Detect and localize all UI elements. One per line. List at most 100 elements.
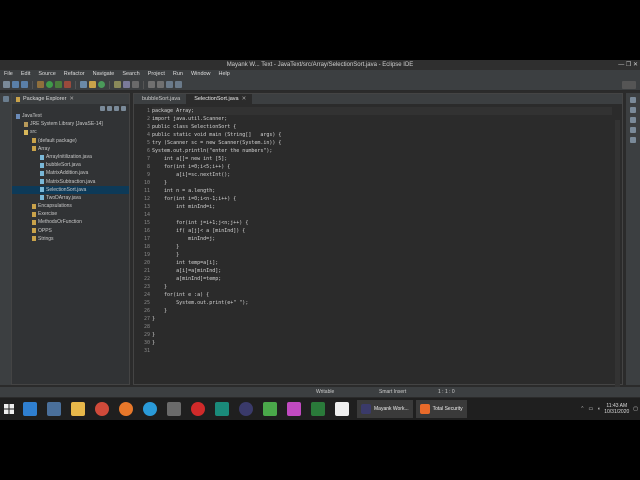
tree-item[interactable]: OPPS: [12, 227, 129, 235]
app-icon[interactable]: [215, 402, 229, 416]
skype-icon[interactable]: [143, 402, 157, 416]
search-icon[interactable]: [123, 81, 130, 88]
taskbar-task[interactable]: Total Security: [415, 400, 467, 418]
toggle-mark-icon[interactable]: [132, 81, 139, 88]
start-button[interactable]: [0, 398, 18, 420]
record-icon[interactable]: [191, 402, 205, 416]
code-line[interactable]: [152, 211, 612, 219]
tree-item[interactable]: MethodsOrFunction: [12, 218, 129, 226]
chrome-icon[interactable]: [95, 402, 109, 416]
tree-item[interactable]: Exercise: [12, 210, 129, 218]
code-line[interactable]: int n = a.length;: [152, 187, 612, 195]
firefox-icon[interactable]: [119, 402, 133, 416]
new-java-project-icon[interactable]: [80, 81, 87, 88]
menu-project[interactable]: Project: [144, 70, 169, 79]
eclipse-taskbar-icon[interactable]: [239, 402, 253, 416]
code-line[interactable]: }: [152, 283, 612, 291]
code-line[interactable]: public class SelectionSort {: [152, 123, 612, 131]
javadoc-icon[interactable]: [630, 137, 636, 143]
tree-item[interactable]: bubbleSort.java: [12, 161, 129, 169]
tree-item[interactable]: Encapsulations: [12, 202, 129, 210]
camtasia-icon[interactable]: [263, 402, 277, 416]
new-class-icon[interactable]: [98, 81, 105, 88]
outline-icon[interactable]: [630, 97, 636, 103]
code-line[interactable]: public static void main (String[] args) …: [152, 131, 612, 139]
mail-icon[interactable]: [23, 402, 37, 416]
code-line[interactable]: for(int i=0;i<n-1;i++) {: [152, 195, 612, 203]
code-line[interactable]: [152, 323, 612, 331]
menu-refactor[interactable]: Refactor: [60, 70, 89, 79]
code-area[interactable]: 1 2 3 4 5 6 7 8 9 10 11 12 13 14 15 16 17 18 19 20 21 22 23 24 2…: [134, 107, 620, 396]
code-line[interactable]: try (Scanner sc = new Scanner(System.in)…: [152, 139, 612, 147]
tree-item[interactable]: TwoDArray.java: [12, 194, 129, 202]
tree-item[interactable]: src: [12, 128, 129, 136]
clock[interactable]: 11:43 AM 10/31/2020: [604, 403, 629, 415]
code-line[interactable]: }: [152, 339, 612, 347]
tree-item[interactable]: JavaText: [12, 112, 129, 120]
next-annotation-icon[interactable]: [148, 81, 155, 88]
vertical-scrollbar[interactable]: [615, 120, 620, 396]
save-icon[interactable]: [12, 81, 19, 88]
code-line[interactable]: }: [152, 251, 612, 259]
close-tab-icon[interactable]: ✕: [242, 96, 247, 102]
minimize-icon[interactable]: [121, 105, 126, 111]
task-list-icon[interactable]: [630, 107, 636, 113]
code-text[interactable]: package Array; import java.util.Scanner; p…: [152, 107, 612, 355]
code-line[interactable]: }: [152, 243, 612, 251]
tray-chevron-icon[interactable]: ⌃: [580, 406, 584, 412]
code-line[interactable]: System.out.println("enter the numbers");: [152, 147, 612, 155]
tree-item[interactable]: MatrixAddition.java: [12, 169, 129, 177]
code-line[interactable]: }: [152, 315, 612, 323]
perspective-switch-button[interactable]: [622, 81, 636, 89]
code-line[interactable]: a[i]=a[minInd];: [152, 267, 612, 275]
code-line[interactable]: package Array;: [152, 107, 612, 115]
menu-edit[interactable]: Edit: [17, 70, 34, 79]
new-package-icon[interactable]: [89, 81, 96, 88]
code-line[interactable]: if( a[j]< a [minInd]) {: [152, 227, 612, 235]
new-icon[interactable]: [3, 81, 10, 88]
close-icon[interactable]: ✕: [69, 94, 74, 104]
notifications-icon[interactable]: ▢: [633, 406, 638, 412]
menu-navigate[interactable]: Navigate: [89, 70, 119, 79]
view-menu-icon[interactable]: [114, 105, 119, 111]
taskbar-task[interactable]: Mayank Work...: [357, 400, 413, 418]
code-line[interactable]: for(int j=i+1;j<n;j++) {: [152, 219, 612, 227]
code-line[interactable]: a[i]=sc.nextInt();: [152, 171, 612, 179]
menu-help[interactable]: Help: [215, 70, 234, 79]
open-type-icon[interactable]: [114, 81, 121, 88]
pdf-icon[interactable]: [287, 402, 301, 416]
tree-item[interactable]: Array: [12, 145, 129, 153]
tree-item[interactable]: ArrayInitilization.java: [12, 153, 129, 161]
tools-icon[interactable]: [167, 402, 181, 416]
tree-item[interactable]: Strings: [12, 235, 129, 243]
menu-window[interactable]: Window: [187, 70, 215, 79]
code-line[interactable]: import java.util.Scanner;: [152, 115, 612, 123]
run-icon[interactable]: [46, 81, 53, 88]
code-line[interactable]: minInd=j;: [152, 235, 612, 243]
problems-icon[interactable]: [630, 127, 636, 133]
package-explorer-tab[interactable]: Package Explorer ✕: [12, 94, 129, 104]
network-icon[interactable]: ▭: [588, 406, 593, 412]
code-line[interactable]: for(int i=0;i<5;i++) {: [152, 163, 612, 171]
menu-run[interactable]: Run: [169, 70, 187, 79]
restore-icon[interactable]: [2, 96, 9, 102]
code-line[interactable]: System.out.print(e+" ");: [152, 299, 612, 307]
code-line[interactable]: }: [152, 331, 612, 339]
coverage-icon[interactable]: [55, 81, 62, 88]
word-icon[interactable]: [335, 402, 349, 416]
forward-icon[interactable]: [175, 81, 182, 88]
back-icon[interactable]: [166, 81, 173, 88]
editor-tab[interactable]: bubbleSort.java: [134, 94, 186, 104]
menu-file[interactable]: File: [0, 70, 17, 79]
tree-item[interactable]: SelectionSort.java: [12, 185, 129, 194]
computer-icon[interactable]: [47, 402, 61, 416]
tree-item[interactable]: MatrixSubtraction.java: [12, 178, 129, 186]
file-explorer-icon[interactable]: [71, 402, 85, 416]
window-controls[interactable]: — ❐ ✕: [618, 60, 638, 70]
menu-search[interactable]: Search: [118, 70, 143, 79]
code-line[interactable]: }: [152, 179, 612, 187]
code-line[interactable]: [152, 347, 612, 355]
save-all-icon[interactable]: [21, 81, 28, 88]
code-line[interactable]: for(int e :a) {: [152, 291, 612, 299]
code-line[interactable]: int temp=a[i];: [152, 259, 612, 267]
